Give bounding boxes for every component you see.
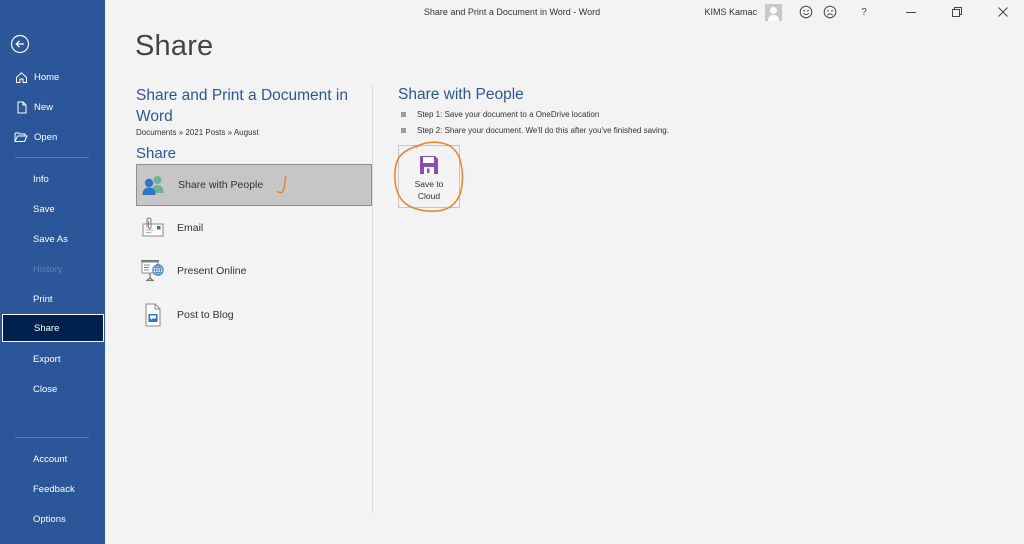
backstage-sidebar: Home New Open Info Save Save As History … <box>0 0 105 544</box>
sidebar-item-info[interactable]: Info <box>0 166 105 192</box>
sidebar-item-label: New <box>34 101 54 113</box>
floppy-disk-icon <box>420 156 438 174</box>
detail-heading: Share with People <box>398 86 524 103</box>
column-divider <box>372 85 373 513</box>
sidebar-item-close[interactable]: Close <box>0 376 105 402</box>
home-icon <box>14 70 28 84</box>
frown-feedback-icon[interactable] <box>820 2 840 22</box>
user-name[interactable]: KIMS Kamac <box>704 7 757 17</box>
share-with-people-icon <box>141 172 167 198</box>
save-to-cloud-label-line1: Save to <box>414 179 444 189</box>
sidebar-item-new[interactable]: New <box>0 94 105 120</box>
smile-feedback-icon[interactable] <box>796 2 816 22</box>
sidebar-item-home[interactable]: Home <box>0 64 105 90</box>
share-option-share-with-people[interactable]: Share with People <box>136 164 372 206</box>
back-arrow-icon <box>10 34 30 54</box>
sidebar-divider <box>15 157 89 158</box>
sidebar-item-feedback[interactable]: Feedback <box>0 476 105 502</box>
sidebar-item-export[interactable]: Export <box>0 346 105 372</box>
sidebar-item-label: Home <box>34 71 60 83</box>
titlebar-controls: KIMS Kamac ? <box>704 2 1024 22</box>
share-option-present-online[interactable]: Present Online <box>136 251 372 291</box>
minimize-button[interactable] <box>896 2 926 22</box>
minimize-icon <box>906 12 916 13</box>
save-to-cloud-label-line2: Cloud <box>417 190 441 201</box>
help-button[interactable]: ? <box>854 2 874 22</box>
back-button[interactable] <box>10 34 30 54</box>
close-icon <box>998 7 1008 17</box>
share-option-email[interactable]: Email <box>136 208 372 248</box>
sidebar-item-history: History <box>33 263 63 275</box>
open-folder-icon <box>14 130 28 144</box>
present-online-icon <box>140 258 166 284</box>
save-to-cloud-button[interactable]: Save to Cloud <box>398 145 460 208</box>
step-text: Step 1: Save your document to a OneDrive… <box>417 110 600 119</box>
annotation-checkmark <box>276 175 287 194</box>
sidebar-item-share[interactable]: Share <box>2 314 104 342</box>
sidebar-item-options[interactable]: Options <box>0 506 105 532</box>
step-item: Step 2: Share your document. We'll do th… <box>401 126 669 135</box>
email-icon <box>140 215 166 241</box>
share-option-post-to-blog[interactable]: Post to Blog <box>136 295 372 335</box>
sidebar-item-print[interactable]: Print <box>0 286 105 312</box>
word-backstage-window: Home New Open Info Save Save As History … <box>0 0 1024 544</box>
restore-icon <box>952 7 962 17</box>
step-item: Step 1: Save your document to a OneDrive… <box>401 110 599 119</box>
sidebar-item-save-as[interactable]: Save As <box>0 226 105 252</box>
sidebar-divider <box>15 437 89 438</box>
document-title: Share and Print a Document in Word <box>136 87 348 125</box>
step-text: Step 2: Share your document. We'll do th… <box>417 126 669 135</box>
sidebar-item-account[interactable]: Account <box>0 446 105 472</box>
sidebar-item-save[interactable]: Save <box>0 196 105 222</box>
option-label: Email <box>177 222 204 234</box>
sidebar-item-label: Open <box>34 131 58 143</box>
new-document-icon <box>14 100 28 114</box>
option-label: Present Online <box>177 265 247 277</box>
post-to-blog-icon <box>140 302 166 328</box>
sidebar-item-open[interactable]: Open <box>0 124 105 150</box>
page-title: Share <box>135 30 214 62</box>
bullet-icon <box>401 128 406 133</box>
option-label: Share with People <box>178 179 264 191</box>
section-heading: Share <box>136 145 177 162</box>
close-button[interactable] <box>988 2 1018 22</box>
restore-button[interactable] <box>942 2 972 22</box>
breadcrumb: Documents » 2021 Posts » August <box>136 128 259 137</box>
avatar[interactable] <box>765 3 782 21</box>
option-label: Post to Blog <box>177 309 234 321</box>
bullet-icon <box>401 112 406 117</box>
